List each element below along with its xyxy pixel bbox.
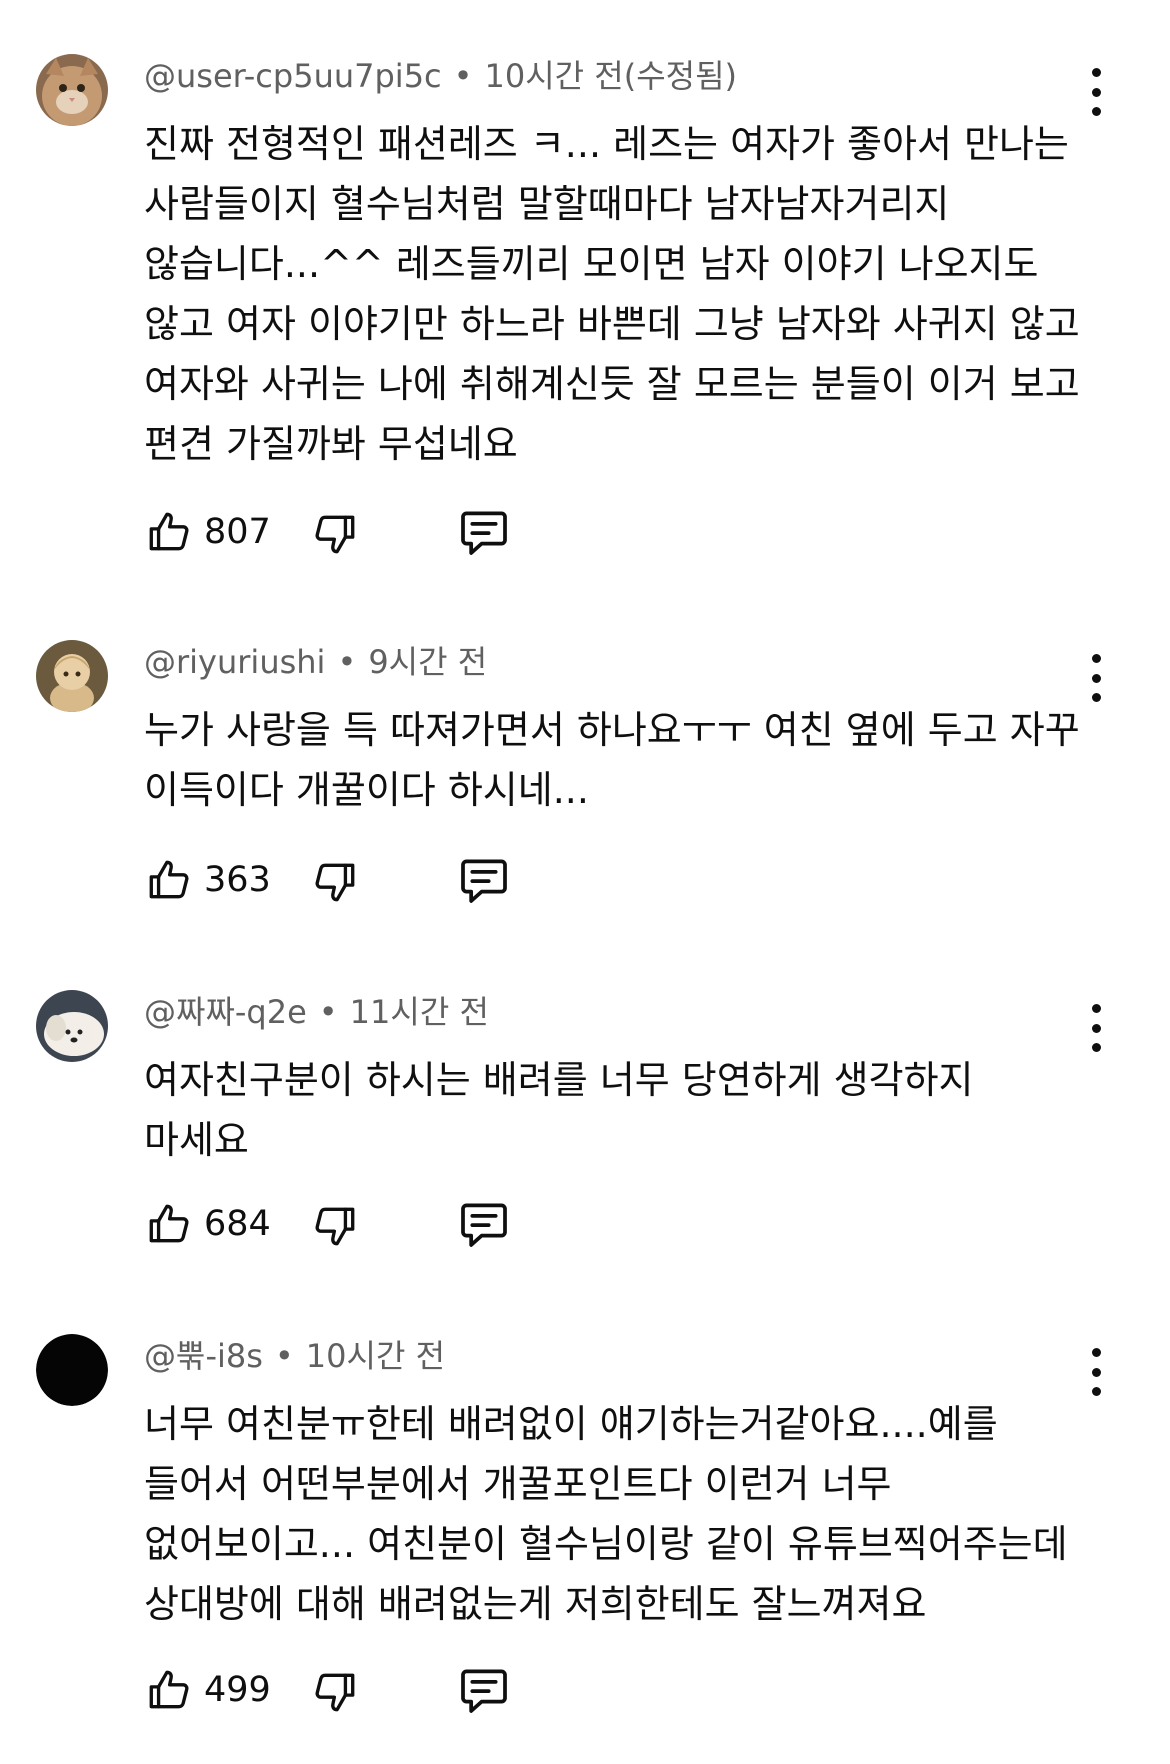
figurine-avatar-icon[interactable] [36,640,108,712]
meta-separator: • [274,1337,294,1375]
reply-icon[interactable] [456,504,512,560]
comment-actions: 684 [144,1196,644,1252]
comment-text: 여자친구분이 하시는 배려를 너무 당연하게 생각하지 마세요 [144,1058,974,1162]
comment-time: 10시간 전 [305,1337,446,1375]
like-count: 363 [204,860,271,900]
puppy-avatar-icon[interactable] [36,990,108,1062]
like-count: 684 [204,1204,271,1244]
comment-actions: 807 [144,504,644,560]
reply-icon[interactable] [456,1196,512,1252]
comment-meta: @짜짜-q2e • 11시간 전 [144,992,489,1032]
comment-meta: @뿎-i8s • 10시간 전 [144,1336,445,1376]
meta-separator: • [453,57,473,95]
thumbs-up-icon[interactable] [144,852,194,908]
thumbs-up-icon[interactable] [144,1196,194,1252]
comment-actions: 499 [144,1662,644,1718]
thumbs-up-icon[interactable] [144,1662,194,1718]
comment-author[interactable]: @user-cp5uu7pi5c [144,57,442,95]
comment-actions: 363 [144,852,644,908]
more-vertical-icon[interactable] [1078,1004,1114,1052]
meta-separator: • [318,993,338,1031]
comment-time: 10시간 전(수정됨) [484,57,738,95]
comment-text: 진짜 전형적인 패션레즈 ㅋ... 레즈는 여자가 좋아서 만나는 사람들이지 … [144,122,1080,466]
comment-author[interactable]: @짜짜-q2e [144,993,307,1031]
like-count: 807 [204,512,271,552]
comment-time: 11시간 전 [349,993,489,1031]
thumbs-down-icon[interactable] [310,1664,360,1720]
reply-icon[interactable] [456,1662,512,1718]
thumbs-down-icon[interactable] [310,506,360,562]
thumbs-up-icon[interactable] [144,504,194,560]
comment-author[interactable]: @뿎-i8s [144,1337,263,1375]
comment-author[interactable]: @riyuriushi [144,643,325,681]
comment-text: 너무 여친분ㅠ한테 배려없이 얘기하는거같아요....예를 들어서 어떤부분에서… [144,1402,1068,1626]
comment-meta: @user-cp5uu7pi5c • 10시간 전(수정됨) [144,56,737,96]
more-vertical-icon[interactable] [1078,68,1114,116]
thumbs-down-icon[interactable] [310,854,360,910]
black-avatar-icon[interactable] [36,1334,108,1406]
comment-time: 9시간 전 [368,643,488,681]
more-vertical-icon[interactable] [1078,654,1114,702]
cat-avatar-icon[interactable] [36,54,108,126]
like-count: 499 [204,1670,271,1710]
reply-icon[interactable] [456,852,512,908]
comment-meta: @riyuriushi • 9시간 전 [144,642,487,682]
thumbs-down-icon[interactable] [310,1198,360,1254]
comment-text: 누가 사랑을 득 따져가면서 하나요ㅜㅜ 여친 옆에 두고 자꾸 이득이다 개꿀… [144,708,1080,812]
meta-separator: • [337,643,357,681]
more-vertical-icon[interactable] [1078,1348,1114,1396]
